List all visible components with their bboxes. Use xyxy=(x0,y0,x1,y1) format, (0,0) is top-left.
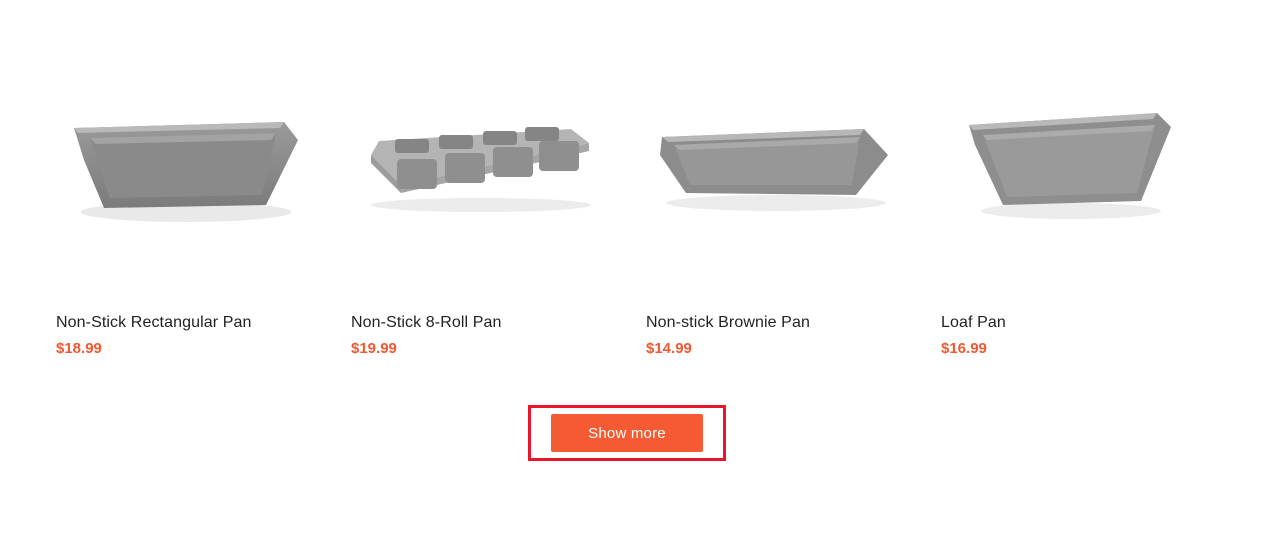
rectangular-pan-image[interactable] xyxy=(56,40,316,290)
show-more-button[interactable]: Show more xyxy=(551,414,703,452)
roll-pan-image[interactable] xyxy=(351,40,611,290)
loaf-pan-image[interactable] xyxy=(941,40,1201,290)
product-price: $14.99 xyxy=(646,340,692,357)
product-card[interactable]: Non-stick Brownie Pan $14.99 xyxy=(646,40,941,358)
product-price: $16.99 xyxy=(941,340,987,357)
product-name[interactable]: Non-stick Brownie Pan xyxy=(646,314,941,332)
product-name[interactable]: Non-Stick Rectangular Pan xyxy=(56,314,351,332)
product-name[interactable]: Loaf Pan xyxy=(941,314,1236,332)
brownie-pan-image[interactable] xyxy=(646,40,906,290)
product-grid: Non-Stick Rectangular Pan $18.99 Non-Sti… xyxy=(56,40,1236,358)
product-price: $18.99 xyxy=(56,340,102,357)
show-more-highlight: Show more xyxy=(528,405,726,461)
product-listing-page: Non-Stick Rectangular Pan $18.99 Non-Sti… xyxy=(0,0,1264,537)
product-card[interactable]: Non-Stick Rectangular Pan $18.99 xyxy=(56,40,351,358)
product-card[interactable]: Non-Stick 8-Roll Pan $19.99 xyxy=(351,40,646,358)
product-name[interactable]: Non-Stick 8-Roll Pan xyxy=(351,314,646,332)
product-card[interactable]: Loaf Pan $16.99 xyxy=(941,40,1236,358)
product-price: $19.99 xyxy=(351,340,397,357)
